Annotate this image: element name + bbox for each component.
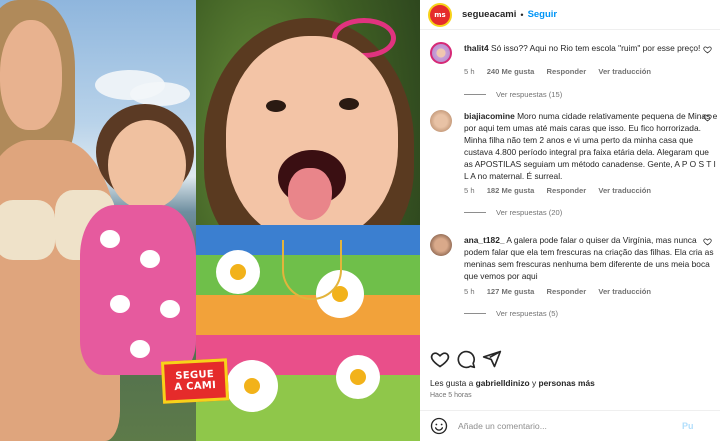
comment-meta: 5 h 182 Me gusta Responder Ver traducció…: [464, 186, 661, 195]
commenter-username[interactable]: thalit4: [464, 43, 489, 53]
panda-print: [160, 300, 180, 318]
flower-center: [244, 378, 260, 394]
translate-button[interactable]: Ver traducción: [598, 67, 651, 76]
photo-girl-tongue-out: [196, 0, 420, 441]
author-username[interactable]: segueacami: [462, 9, 516, 20]
post-timestamp: Hace 5 horas: [430, 392, 472, 399]
post-media[interactable]: SEGUE A CAMI: [0, 0, 420, 441]
comment-time: 5 h: [464, 67, 475, 76]
view-replies-button[interactable]: Ver respuestas (15): [464, 90, 562, 99]
eye: [266, 100, 286, 112]
comments-list[interactable]: thalit4 Só isso?? Aqui no Rio tem escola…: [420, 36, 720, 334]
comment-like-count[interactable]: 182 Me gusta: [487, 186, 535, 195]
comment-like-count[interactable]: 127 Me gusta: [487, 287, 535, 296]
replies-divider: [464, 212, 486, 213]
eye: [339, 98, 359, 110]
comment-input[interactable]: [458, 421, 668, 431]
likes-user[interactable]: gabrielldinizo: [476, 378, 530, 388]
commenter-username[interactable]: ana_t182_: [464, 235, 505, 245]
gold-necklace: [282, 240, 342, 300]
likes-summary[interactable]: Les gusta a gabrielldinizo y personas má…: [430, 378, 595, 388]
shirt-stripe: [196, 335, 420, 375]
commenter-avatar[interactable]: [430, 234, 452, 256]
comment-text: Só isso?? Aqui no Rio tem escola "ruim" …: [491, 43, 701, 53]
reply-button[interactable]: Responder: [547, 287, 587, 296]
publish-button[interactable]: Pu: [682, 421, 694, 431]
translate-button[interactable]: Ver traducción: [598, 287, 651, 296]
comment-like-icon[interactable]: [703, 113, 712, 122]
view-replies-label: Ver respuestas (5): [496, 309, 559, 318]
segue-a-cami-logo: SEGUE A CAMI: [160, 358, 230, 404]
comment-meta: 5 h 240 Me gusta Responder Ver traducció…: [464, 67, 661, 76]
woman-face: [0, 20, 62, 130]
view-replies-label: Ver respuestas (20): [496, 208, 563, 217]
comment-body: ana_t182_ A galera pode falar o quiser d…: [464, 234, 720, 282]
emoji-icon[interactable]: [430, 417, 448, 435]
separator-dot: •: [520, 9, 524, 20]
follow-button[interactable]: Seguir: [528, 9, 558, 20]
commenter-username[interactable]: biajiacomine: [464, 111, 515, 121]
panda-print: [100, 230, 120, 248]
comment-time: 5 h: [464, 287, 475, 296]
bikini-top: [0, 200, 55, 260]
commenter-avatar[interactable]: [430, 42, 452, 64]
replies-divider: [464, 313, 486, 314]
add-comment-bar: Pu: [420, 410, 720, 441]
author-avatar[interactable]: ms: [428, 2, 452, 27]
panda-print: [130, 340, 150, 358]
post-panel: ms segueacami • Seguir thalit4 Só isso??…: [420, 0, 720, 441]
view-replies-button[interactable]: Ver respuestas (20): [464, 208, 562, 217]
panda-print: [140, 250, 160, 268]
logo-line-2: A CAMI: [174, 379, 217, 394]
replies-divider: [464, 94, 486, 95]
heart-icon[interactable]: [430, 349, 450, 369]
flower-center: [350, 369, 366, 385]
flower-center: [230, 264, 246, 280]
commenter-avatar[interactable]: [430, 110, 452, 132]
comment-body: biajiacomine Moro numa cidade relativame…: [464, 110, 720, 182]
view-replies-label: Ver respuestas (15): [496, 90, 563, 99]
shirt-stripe: [196, 295, 420, 335]
post-header: ms segueacami • Seguir: [420, 0, 720, 30]
likes-prefix: Les gusta a: [430, 378, 474, 388]
post-actions: [420, 345, 720, 373]
comment-like-count[interactable]: 240 Me gusta: [487, 67, 535, 76]
comment-icon[interactable]: [456, 349, 476, 369]
girl-face: [108, 120, 186, 210]
comment-body: thalit4 Só isso?? Aqui no Rio tem escola…: [464, 42, 720, 54]
send-icon[interactable]: [482, 349, 502, 369]
comment-meta: 5 h 127 Me gusta Responder Ver traducció…: [464, 287, 661, 296]
likes-conjunction: y: [531, 378, 537, 388]
author-avatar-text: ms: [434, 10, 446, 19]
tongue: [288, 168, 332, 220]
comment-text: Moro numa cidade relativamente pequena d…: [464, 111, 718, 181]
reply-button[interactable]: Responder: [547, 67, 587, 76]
comment-like-icon[interactable]: [703, 237, 712, 246]
comment-time: 5 h: [464, 186, 475, 195]
panda-print: [110, 295, 130, 313]
comment-like-icon[interactable]: [703, 45, 712, 54]
translate-button[interactable]: Ver traducción: [598, 186, 651, 195]
view-replies-button[interactable]: Ver respuestas (5): [464, 309, 558, 318]
cloud: [130, 82, 190, 106]
likes-others[interactable]: personas más: [538, 378, 594, 388]
reply-button[interactable]: Responder: [547, 186, 587, 195]
